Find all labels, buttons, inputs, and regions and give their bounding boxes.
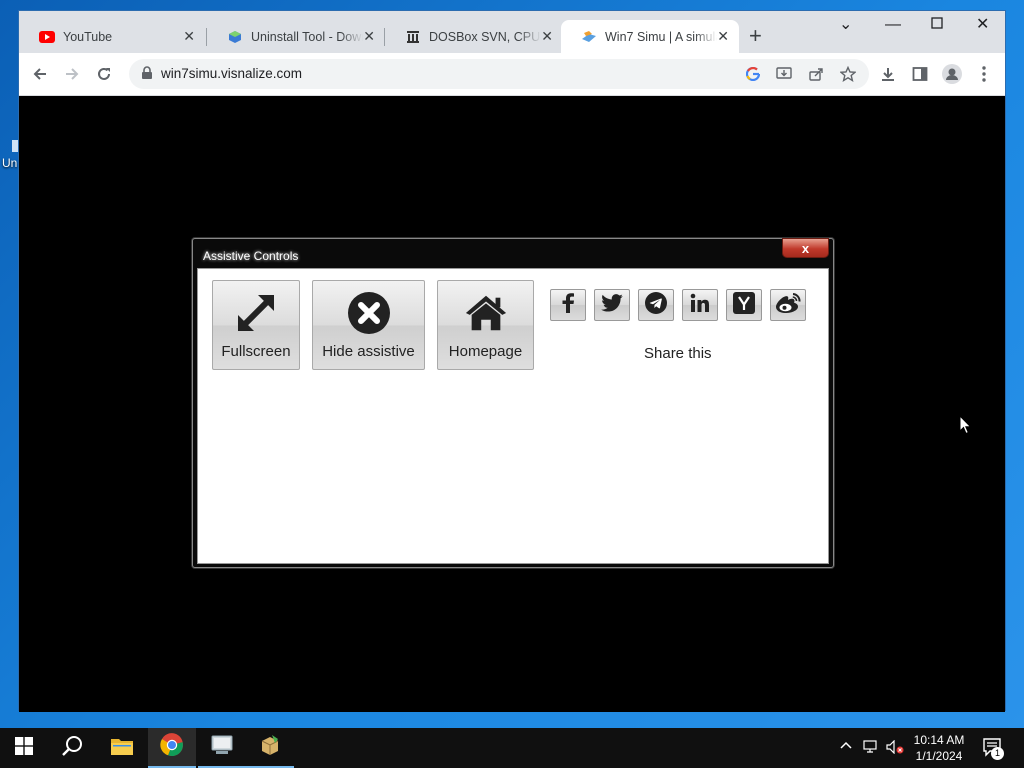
share-linkedin-button[interactable] [682, 289, 718, 321]
home-icon [464, 291, 508, 335]
share-telegram-button[interactable] [638, 289, 674, 321]
taskbar-app-2[interactable] [246, 728, 294, 768]
tab-close-icon[interactable]: ✕ [717, 28, 729, 44]
taskbar: 10:14 AM 1/1/2024 1 [0, 728, 1024, 768]
clock-time: 10:14 AM [913, 733, 965, 747]
share-icon[interactable] [807, 65, 825, 83]
computer-icon [210, 734, 234, 761]
browser-window: YouTube ✕ Uninstall Tool - Down ✕ DOSBox… [18, 10, 1006, 712]
install-app-icon[interactable] [775, 65, 793, 83]
folder-icon [110, 736, 134, 761]
tab-search-icon[interactable]: ⌄ [839, 17, 852, 33]
assistive-controls-dialog: Assistive Controls x Fullscreen Hide ass… [192, 238, 834, 568]
homepage-button[interactable]: Homepage [437, 280, 534, 370]
tab-strip: YouTube ✕ Uninstall Tool - Down ✕ DOSBox… [19, 11, 1005, 53]
fullscreen-button[interactable]: Fullscreen [212, 280, 300, 370]
taskbar-clock[interactable]: 10:14 AM 1/1/2024 [906, 732, 972, 764]
tab-title: DOSBox SVN, CPU sp [429, 29, 541, 44]
more-menu-icon[interactable] [973, 63, 995, 85]
share-weibo-button[interactable] [770, 289, 806, 321]
bookmark-star-icon[interactable] [839, 65, 857, 83]
notification-badge: 1 [991, 747, 1004, 760]
profile-avatar-icon[interactable] [941, 63, 963, 85]
win7simu-icon [581, 29, 597, 45]
linkedin-icon [690, 293, 710, 318]
lock-icon[interactable] [141, 66, 153, 85]
address-bar[interactable]: win7simu.visnalize.com [129, 59, 869, 89]
page-viewport: Assistive Controls x Fullscreen Hide ass… [19, 97, 1005, 712]
homepage-label: Homepage [448, 343, 523, 360]
taskbar-app-1[interactable] [198, 728, 246, 768]
side-panel-icon[interactable] [909, 63, 931, 85]
installer-package-icon [258, 733, 282, 762]
tab-youtube[interactable]: YouTube ✕ [19, 20, 205, 53]
times-circle-icon [347, 291, 391, 335]
tab-win7simu[interactable]: Win7 Simu | A simula ✕ [561, 20, 739, 53]
dialog-title: Assistive Controls [203, 249, 299, 263]
search-icon [61, 735, 83, 762]
new-tab-button[interactable]: + [749, 25, 762, 47]
browser-toolbar: win7simu.visnalize.com [19, 53, 1005, 96]
tab-close-icon[interactable]: ✕ [541, 28, 553, 44]
tab-close-icon[interactable]: ✕ [363, 28, 375, 44]
bank-icon [405, 29, 421, 45]
tab-title: Win7 Simu | A simula [605, 29, 717, 44]
share-twitter-button[interactable] [594, 289, 630, 321]
minimize-button[interactable]: — [885, 17, 901, 33]
fullscreen-label: Fullscreen [221, 343, 291, 360]
twitter-icon [601, 293, 623, 317]
clock-date: 1/1/2024 [915, 749, 963, 763]
telegram-icon [645, 291, 667, 319]
google-icon[interactable] [744, 65, 762, 83]
tab-uninstall-tool[interactable]: Uninstall Tool - Down ✕ [207, 20, 385, 53]
weibo-icon [775, 292, 801, 319]
uninstall-tool-icon [227, 29, 243, 45]
share-this-label: Share this [644, 345, 712, 362]
dialog-body: Fullscreen Hide assistive Homepage Share… [197, 268, 829, 564]
expand-arrows-icon [234, 291, 278, 335]
desktop-icon-label[interactable]: Un [2, 156, 17, 170]
maximize-button[interactable] [931, 17, 943, 33]
youtube-icon [39, 29, 55, 45]
tray-chevron-icon[interactable] [840, 740, 852, 755]
volume-muted-icon[interactable] [886, 739, 904, 757]
windows-logo-icon [15, 736, 33, 760]
forward-icon[interactable] [61, 63, 83, 85]
start-button[interactable] [0, 728, 48, 768]
hacker-news-icon [733, 291, 755, 319]
dialog-close-button[interactable]: x [782, 238, 829, 258]
back-icon[interactable] [29, 63, 51, 85]
download-icon[interactable] [877, 63, 899, 85]
search-button[interactable] [48, 728, 96, 768]
taskbar-chrome[interactable] [148, 728, 196, 768]
tab-dosbox[interactable]: DOSBox SVN, CPU sp ✕ [385, 20, 563, 53]
tab-title: YouTube [63, 29, 113, 44]
hide-assistive-label: Hide assistive [322, 343, 415, 360]
reload-icon[interactable] [93, 63, 115, 85]
close-window-button[interactable]: ✕ [976, 17, 989, 33]
tab-title: Uninstall Tool - Down [251, 29, 363, 44]
share-hacker-news-button[interactable] [726, 289, 762, 321]
share-facebook-button[interactable] [550, 289, 586, 321]
mouse-cursor-icon [959, 414, 973, 440]
facebook-icon [561, 292, 575, 318]
network-icon[interactable] [863, 740, 879, 757]
url-text[interactable]: win7simu.visnalize.com [161, 66, 302, 81]
tab-close-icon[interactable]: ✕ [183, 28, 195, 44]
chrome-icon [160, 732, 184, 762]
action-center-button[interactable]: 1 [983, 738, 1005, 761]
taskbar-file-explorer[interactable] [98, 728, 146, 768]
hide-assistive-button[interactable]: Hide assistive [312, 280, 425, 370]
